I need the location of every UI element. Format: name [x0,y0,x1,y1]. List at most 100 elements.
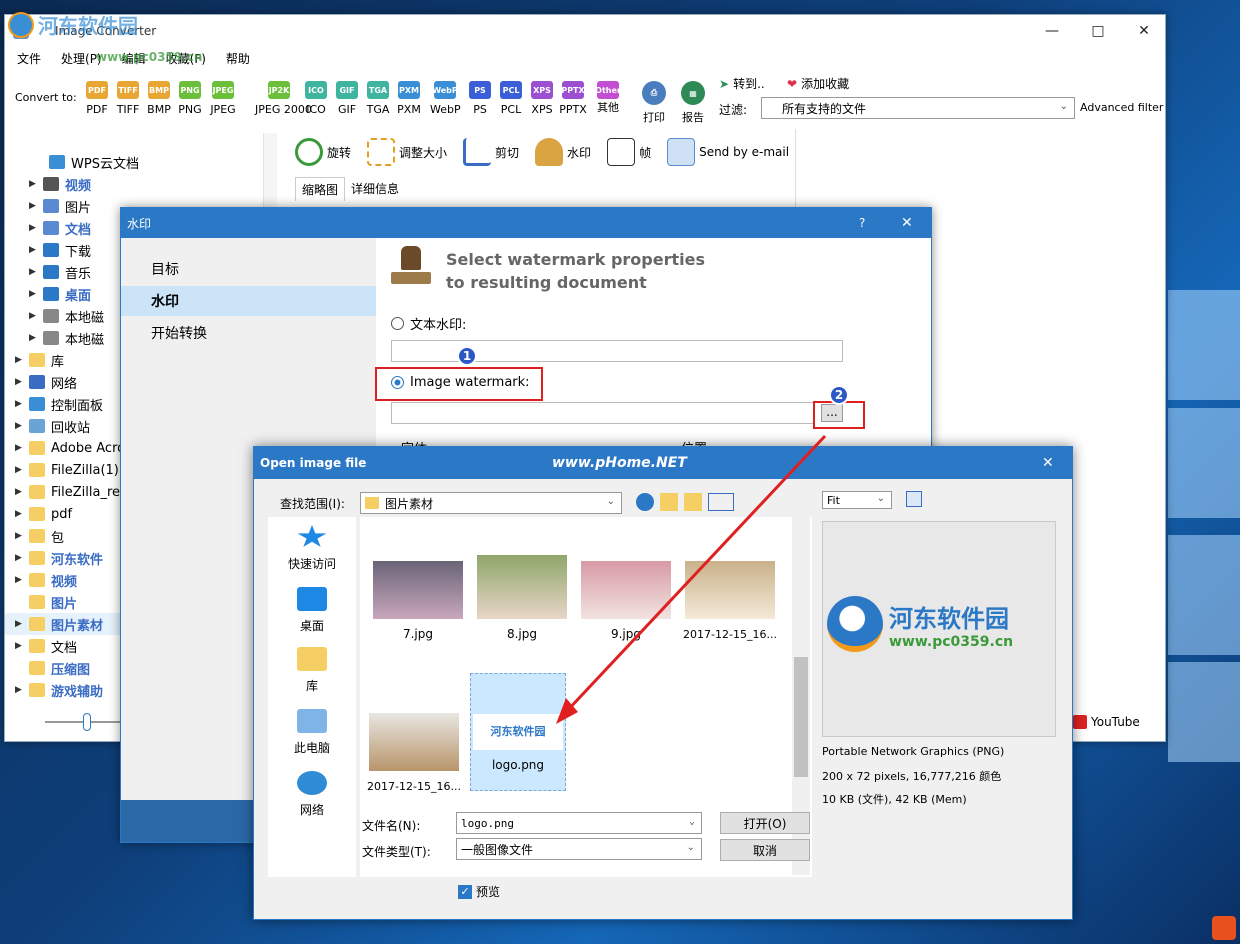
format-tiff-button[interactable]: TIFF TIFF [113,77,143,116]
format-other-button[interactable]: Other 其他 [593,77,623,115]
file-thumb[interactable]: 8.jpg [474,555,570,641]
resize-button[interactable]: 调整大小 [367,138,447,166]
close-icon[interactable]: ✕ [901,215,913,231]
image-watermark-radio[interactable]: Image watermark: [391,375,530,390]
expand-arrow-icon[interactable]: ▶ [15,575,29,585]
place-libraries[interactable]: 库 [268,647,356,694]
tree-item[interactable]: ▶ FileZilla(1) [15,459,119,481]
tree-item[interactable]: ▶ Adobe Acro [15,437,125,459]
expand-arrow-icon[interactable]: ▶ [15,509,29,519]
tree-item[interactable]: ▶ 图片 [29,195,91,217]
expand-arrow-icon[interactable]: ▶ [15,443,29,453]
tree-item[interactable]: ▶ 回收站 [15,415,90,437]
preview-checkbox[interactable]: ✓ 预览 [458,883,500,900]
file-thumb[interactable]: 9.jpg [578,561,674,641]
nav-target[interactable]: 目标 [121,254,376,284]
format-pxm-button[interactable]: PXM PXM [394,77,424,116]
tab-details[interactable]: 详细信息 [345,177,405,201]
back-icon[interactable] [636,493,654,511]
image-watermark-path-input[interactable] [391,402,815,424]
tree-item[interactable]: ▶ 文档 [29,217,91,239]
tree-item[interactable]: 压缩图 [15,657,90,679]
menu-file[interactable]: 文件 [17,50,41,67]
close-button[interactable]: ✕ [1121,15,1167,47]
expand-arrow-icon[interactable]: ▶ [15,355,29,365]
tree-item[interactable]: ▶ 桌面 [29,283,91,305]
tree-item[interactable]: ▶ 本地磁 [29,305,104,327]
lookin-select[interactable]: 图片素材 ⌄ [360,492,622,514]
report-button[interactable]: ▦ 报告 [678,77,708,125]
expand-arrow-icon[interactable]: ▶ [15,421,29,431]
input-method-icon[interactable] [1212,916,1236,940]
zoom-preview-icon[interactable] [906,491,922,507]
format-pptx-button[interactable]: PPTX PPTX [558,77,588,116]
tree-item[interactable]: ▶ 下载 [29,239,91,261]
format-xps-button[interactable]: XPS XPS [527,77,557,116]
tree-item[interactable]: ▶ 视频 [15,569,77,591]
tree-item[interactable]: ▶ 控制面板 [15,393,103,415]
expand-arrow-icon[interactable]: ▶ [29,201,43,211]
format-bmp-button[interactable]: BMP BMP [144,77,174,116]
file-thumb[interactable]: 2017-12-15_16... [682,561,778,641]
place-desktop[interactable]: 桌面 [268,587,356,634]
place-quick-access[interactable]: 快速访问 [268,525,356,572]
expand-arrow-icon[interactable]: ▶ [29,267,43,277]
tree-item[interactable]: ▶ FileZilla_re [15,481,120,503]
filter-select[interactable]: 所有支持的文件 ⌄ [761,97,1075,119]
expand-arrow-icon[interactable]: ▶ [15,399,29,409]
format-png-button[interactable]: PNG PNG [175,77,205,116]
cancel-button[interactable]: 取消 [720,839,810,861]
expand-arrow-icon[interactable]: ▶ [29,333,43,343]
expand-arrow-icon[interactable]: ▶ [29,179,43,189]
tree-item[interactable]: ▶ pdf [15,503,72,525]
tree-item[interactable]: ▶ 文档 [15,635,77,657]
crop-button[interactable]: 剪切 [463,138,519,166]
expand-arrow-icon[interactable]: ▶ [29,245,43,255]
tree-item[interactable]: ▶ 本地磁 [29,327,104,349]
tab-thumbnails[interactable]: 缩略图 [295,177,346,201]
format-ps-button[interactable]: PS PS [465,77,495,116]
expand-arrow-icon[interactable]: ▶ [15,487,29,497]
view-menu-icon[interactable] [708,493,734,511]
send-email-button[interactable]: Send by e-mail [667,138,789,166]
file-thumb[interactable]: 2017-12-15_16... [366,713,462,793]
tree-item[interactable]: ▶ 库 [15,349,64,371]
expand-arrow-icon[interactable]: ▶ [15,619,29,629]
new-folder-icon[interactable] [684,493,702,511]
expand-arrow-icon[interactable]: ▶ [29,289,43,299]
expand-arrow-icon[interactable]: ▶ [15,465,29,475]
tree-item[interactable]: ▶ 音乐 [29,261,91,283]
menu-help[interactable]: 帮助 [226,50,250,67]
tree-item[interactable]: ▶ 视频 [29,173,91,195]
minimize-button[interactable]: — [1029,15,1075,47]
place-network[interactable]: 网络 [268,771,356,818]
frame-button[interactable]: 帧 [607,138,651,166]
watermark-button[interactable]: 水印 [535,138,591,166]
advanced-filter-link[interactable]: Advanced filter [1080,101,1163,114]
fit-select[interactable]: Fit ⌄ [822,491,892,509]
rotate-button[interactable]: 旋转 [295,138,351,166]
maximize-button[interactable]: □ [1075,15,1121,47]
format-tga-button[interactable]: TGA TGA [363,77,393,116]
format-pdf-button[interactable]: PDF PDF [82,77,112,116]
expand-arrow-icon[interactable]: ▶ [15,377,29,387]
browse-button[interactable]: ... [821,404,843,422]
expand-arrow-icon[interactable]: ▶ [29,223,43,233]
scroll-thumb[interactable] [794,657,808,777]
place-this-pc[interactable]: 此电脑 [268,709,356,756]
expand-arrow-icon[interactable]: ▶ [29,311,43,321]
goto-button[interactable]: ➤ 转到.. [719,75,765,92]
format-jpeg2000-button[interactable]: JP2K JPEG 2000 [255,77,312,116]
youtube-link[interactable]: YouTube [1073,715,1140,729]
format-pcl-button[interactable]: PCL PCL [496,77,526,116]
nav-start[interactable]: 开始转换 [121,318,376,348]
file-thumb-selected[interactable]: 河东软件园 logo.png [470,673,566,791]
filetype-select[interactable]: 一般图像文件 ⌄ [456,838,702,860]
close-icon[interactable]: ✕ [1042,455,1054,471]
open-button[interactable]: 打开(O) [720,812,810,834]
format-webp-button[interactable]: WebP WebP [430,77,461,116]
nav-watermark[interactable]: 水印 [121,286,376,316]
file-thumb[interactable]: 7.jpg [370,561,466,641]
expand-arrow-icon[interactable]: ▶ [15,531,29,541]
expand-arrow-icon[interactable]: ▶ [15,685,29,695]
